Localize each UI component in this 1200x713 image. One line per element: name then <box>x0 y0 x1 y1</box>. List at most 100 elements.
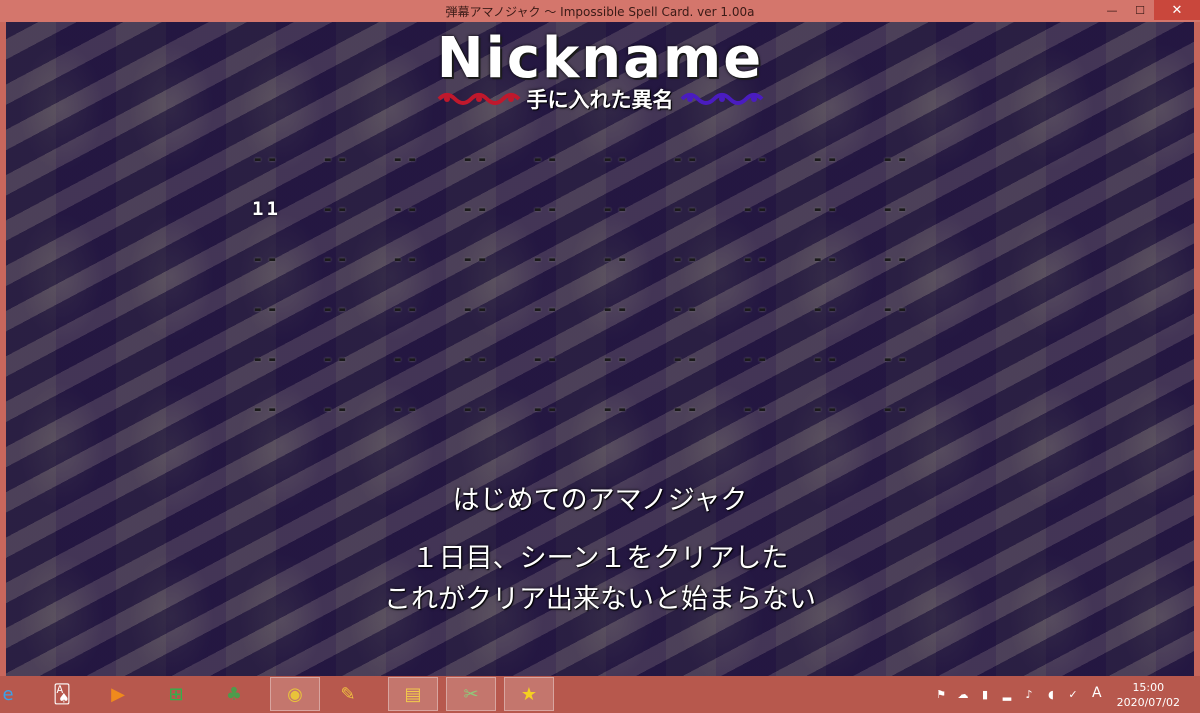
nickname-logo: Nickname 手に入れた異名 <box>6 28 1194 112</box>
system-tray: ⚑ ☁ ▮ ▂ ♪ ◖ ✓ <box>930 676 1084 713</box>
nickname-cell[interactable]: -- <box>882 398 952 420</box>
nickname-cell[interactable]: -- <box>602 348 672 370</box>
nickname-cell[interactable]: -- <box>462 398 532 420</box>
nickname-cell[interactable]: -- <box>462 248 532 270</box>
nickname-cell[interactable]: -- <box>812 198 882 220</box>
window-title: 弾幕アマノジャク ～ Impossible Spell Card. ver 1.… <box>445 5 755 19</box>
logo-title: Nickname <box>436 26 764 91</box>
nickname-cell[interactable]: -- <box>742 148 812 170</box>
nickname-cell[interactable]: -- <box>812 248 882 270</box>
nickname-cell[interactable]: -- <box>602 298 672 320</box>
nickname-description-line1: １日目、シーン１をクリアした <box>411 543 789 574</box>
nickname-cell[interactable]: -- <box>532 298 602 320</box>
signal-icon[interactable]: ▂ <box>996 685 1018 705</box>
nickname-cell[interactable]: -- <box>392 248 462 270</box>
nickname-cell[interactable]: -- <box>742 398 812 420</box>
game-screen[interactable]: Nickname 手に入れた異名 -- -- -- -- -- -- -- -- -- -- 11-… <box>6 22 1194 676</box>
nickname-cell[interactable]: -- <box>812 348 882 370</box>
nickname-cell[interactable]: -- <box>392 148 462 170</box>
minimize-button[interactable]: — <box>1098 0 1126 20</box>
media-player-icon[interactable]: ▶ <box>102 679 134 709</box>
logo-subtitle-row: 手に入れた異名 <box>6 86 1194 112</box>
cloud-icon[interactable]: ☁ <box>952 685 974 705</box>
window-titlebar[interactable]: 弾幕アマノジャク ～ Impossible Spell Card. ver 1.… <box>0 0 1200 22</box>
chrome-icon[interactable]: ◉ <box>270 677 320 711</box>
nickname-cell[interactable]: -- <box>882 148 952 170</box>
nickname-cell[interactable]: -- <box>602 148 672 170</box>
clock[interactable]: 15:00 2020/07/02 <box>1117 680 1180 710</box>
nickname-cell[interactable]: -- <box>672 198 742 220</box>
purple-ornament-icon <box>680 93 763 105</box>
nickname-cell[interactable]: -- <box>252 298 322 320</box>
nickname-cell[interactable]: -- <box>812 398 882 420</box>
nickname-cell[interactable]: -- <box>812 298 882 320</box>
nickname-grid-row: -- -- -- -- -- -- -- -- -- -- <box>252 134 952 184</box>
nickname-cell[interactable]: -- <box>882 198 952 220</box>
flag-icon[interactable]: ⚑ <box>930 685 952 705</box>
nickname-cell[interactable]: -- <box>742 198 812 220</box>
nickname-cell[interactable]: -- <box>602 198 672 220</box>
nickname-cell[interactable]: -- <box>392 298 462 320</box>
nickname-grid: -- -- -- -- -- -- -- -- -- -- 11 -- -- -- -- -- -- -- -- --… <box>252 134 952 434</box>
nickname-cell[interactable]: -- <box>882 248 952 270</box>
close-button[interactable]: ✕ <box>1154 0 1200 20</box>
paint-icon[interactable]: ✎ <box>332 679 364 709</box>
nickname-cell[interactable]: -- <box>532 248 602 270</box>
nickname-cell[interactable]: -- <box>742 248 812 270</box>
nickname-cell[interactable]: -- <box>322 148 392 170</box>
ime-indicator[interactable]: A <box>1092 685 1102 701</box>
store-icon[interactable]: ⊞ <box>160 679 192 709</box>
game-icon[interactable]: ♣ <box>218 679 250 709</box>
nickname-cell[interactable]: -- <box>322 348 392 370</box>
nickname-cell[interactable]: -- <box>392 398 462 420</box>
nickname-cell[interactable]: -- <box>322 248 392 270</box>
nickname-cell[interactable]: -- <box>742 298 812 320</box>
clock-date: 2020/07/02 <box>1116 696 1180 709</box>
taskbar: e 🂡 ▶ ⊞ ♣ ◉ ✎ ▤ ✂ ★ ⚑ ☁ ▮ ▂ ♪ ◖ ✓ A 15:00 2020/07… <box>0 676 1200 713</box>
nickname-cell[interactable]: -- <box>322 298 392 320</box>
nickname-cell[interactable]: -- <box>532 148 602 170</box>
nickname-cell[interactable]: -- <box>882 298 952 320</box>
volume-icon[interactable]: ♪ <box>1018 685 1040 705</box>
nickname-cell[interactable]: -- <box>532 398 602 420</box>
nickname-cell[interactable]: -- <box>322 398 392 420</box>
nickname-cell[interactable]: -- <box>812 148 882 170</box>
selected-nickname-title: はじめてのアマノジャク <box>452 485 748 516</box>
nickname-cell[interactable]: -- <box>252 348 322 370</box>
nickname-cell[interactable]: -- <box>602 398 672 420</box>
nickname-cell[interactable]: -- <box>672 398 742 420</box>
window-controls: — ☐ ✕ <box>1098 0 1200 20</box>
nickname-grid-row: -- -- -- -- -- -- -- -- -- -- <box>252 284 952 334</box>
nickname-cell[interactable]: -- <box>742 348 812 370</box>
nickname-cell[interactable]: -- <box>252 398 322 420</box>
amanojaku-game-icon[interactable]: ★ <box>504 677 554 711</box>
solitaire-icon[interactable]: 🂡 <box>46 679 78 709</box>
nickname-cell[interactable]: -- <box>672 298 742 320</box>
nickname-cell[interactable]: -- <box>322 198 392 220</box>
nickname-cell[interactable]: -- <box>252 248 322 270</box>
nickname-cell[interactable]: -- <box>462 348 532 370</box>
tool-icon[interactable]: ✂ <box>446 677 496 711</box>
nickname-description-line2: これがクリア出来ないと始まらない <box>384 584 816 615</box>
nickname-cell[interactable]: -- <box>462 148 532 170</box>
explorer-icon[interactable]: ▤ <box>388 677 438 711</box>
nickname-cell[interactable]: -- <box>392 198 462 220</box>
maximize-button[interactable]: ☐ <box>1126 0 1154 20</box>
nickname-cell[interactable]: -- <box>392 348 462 370</box>
nickname-cell[interactable]: -- <box>252 148 322 170</box>
mouse-icon[interactable]: ◖ <box>1040 685 1062 705</box>
nickname-cell[interactable]: -- <box>882 348 952 370</box>
nickname-cell[interactable]: -- <box>672 348 742 370</box>
nickname-cell[interactable]: -- <box>602 248 672 270</box>
nickname-cell[interactable]: -- <box>672 148 742 170</box>
nickname-cell[interactable]: -- <box>672 248 742 270</box>
nickname-cell[interactable]: -- <box>532 198 602 220</box>
nickname-cell[interactable]: -- <box>462 198 532 220</box>
nickname-cell[interactable]: -- <box>532 348 602 370</box>
clock-time: 15:00 <box>1132 681 1165 694</box>
security-icon[interactable]: ✓ <box>1062 685 1084 705</box>
nickname-cell[interactable]: -- <box>462 298 532 320</box>
ie-icon[interactable]: e <box>0 679 24 709</box>
nickname-cell[interactable]: 11 <box>252 198 322 220</box>
battery-icon[interactable]: ▮ <box>974 685 996 705</box>
